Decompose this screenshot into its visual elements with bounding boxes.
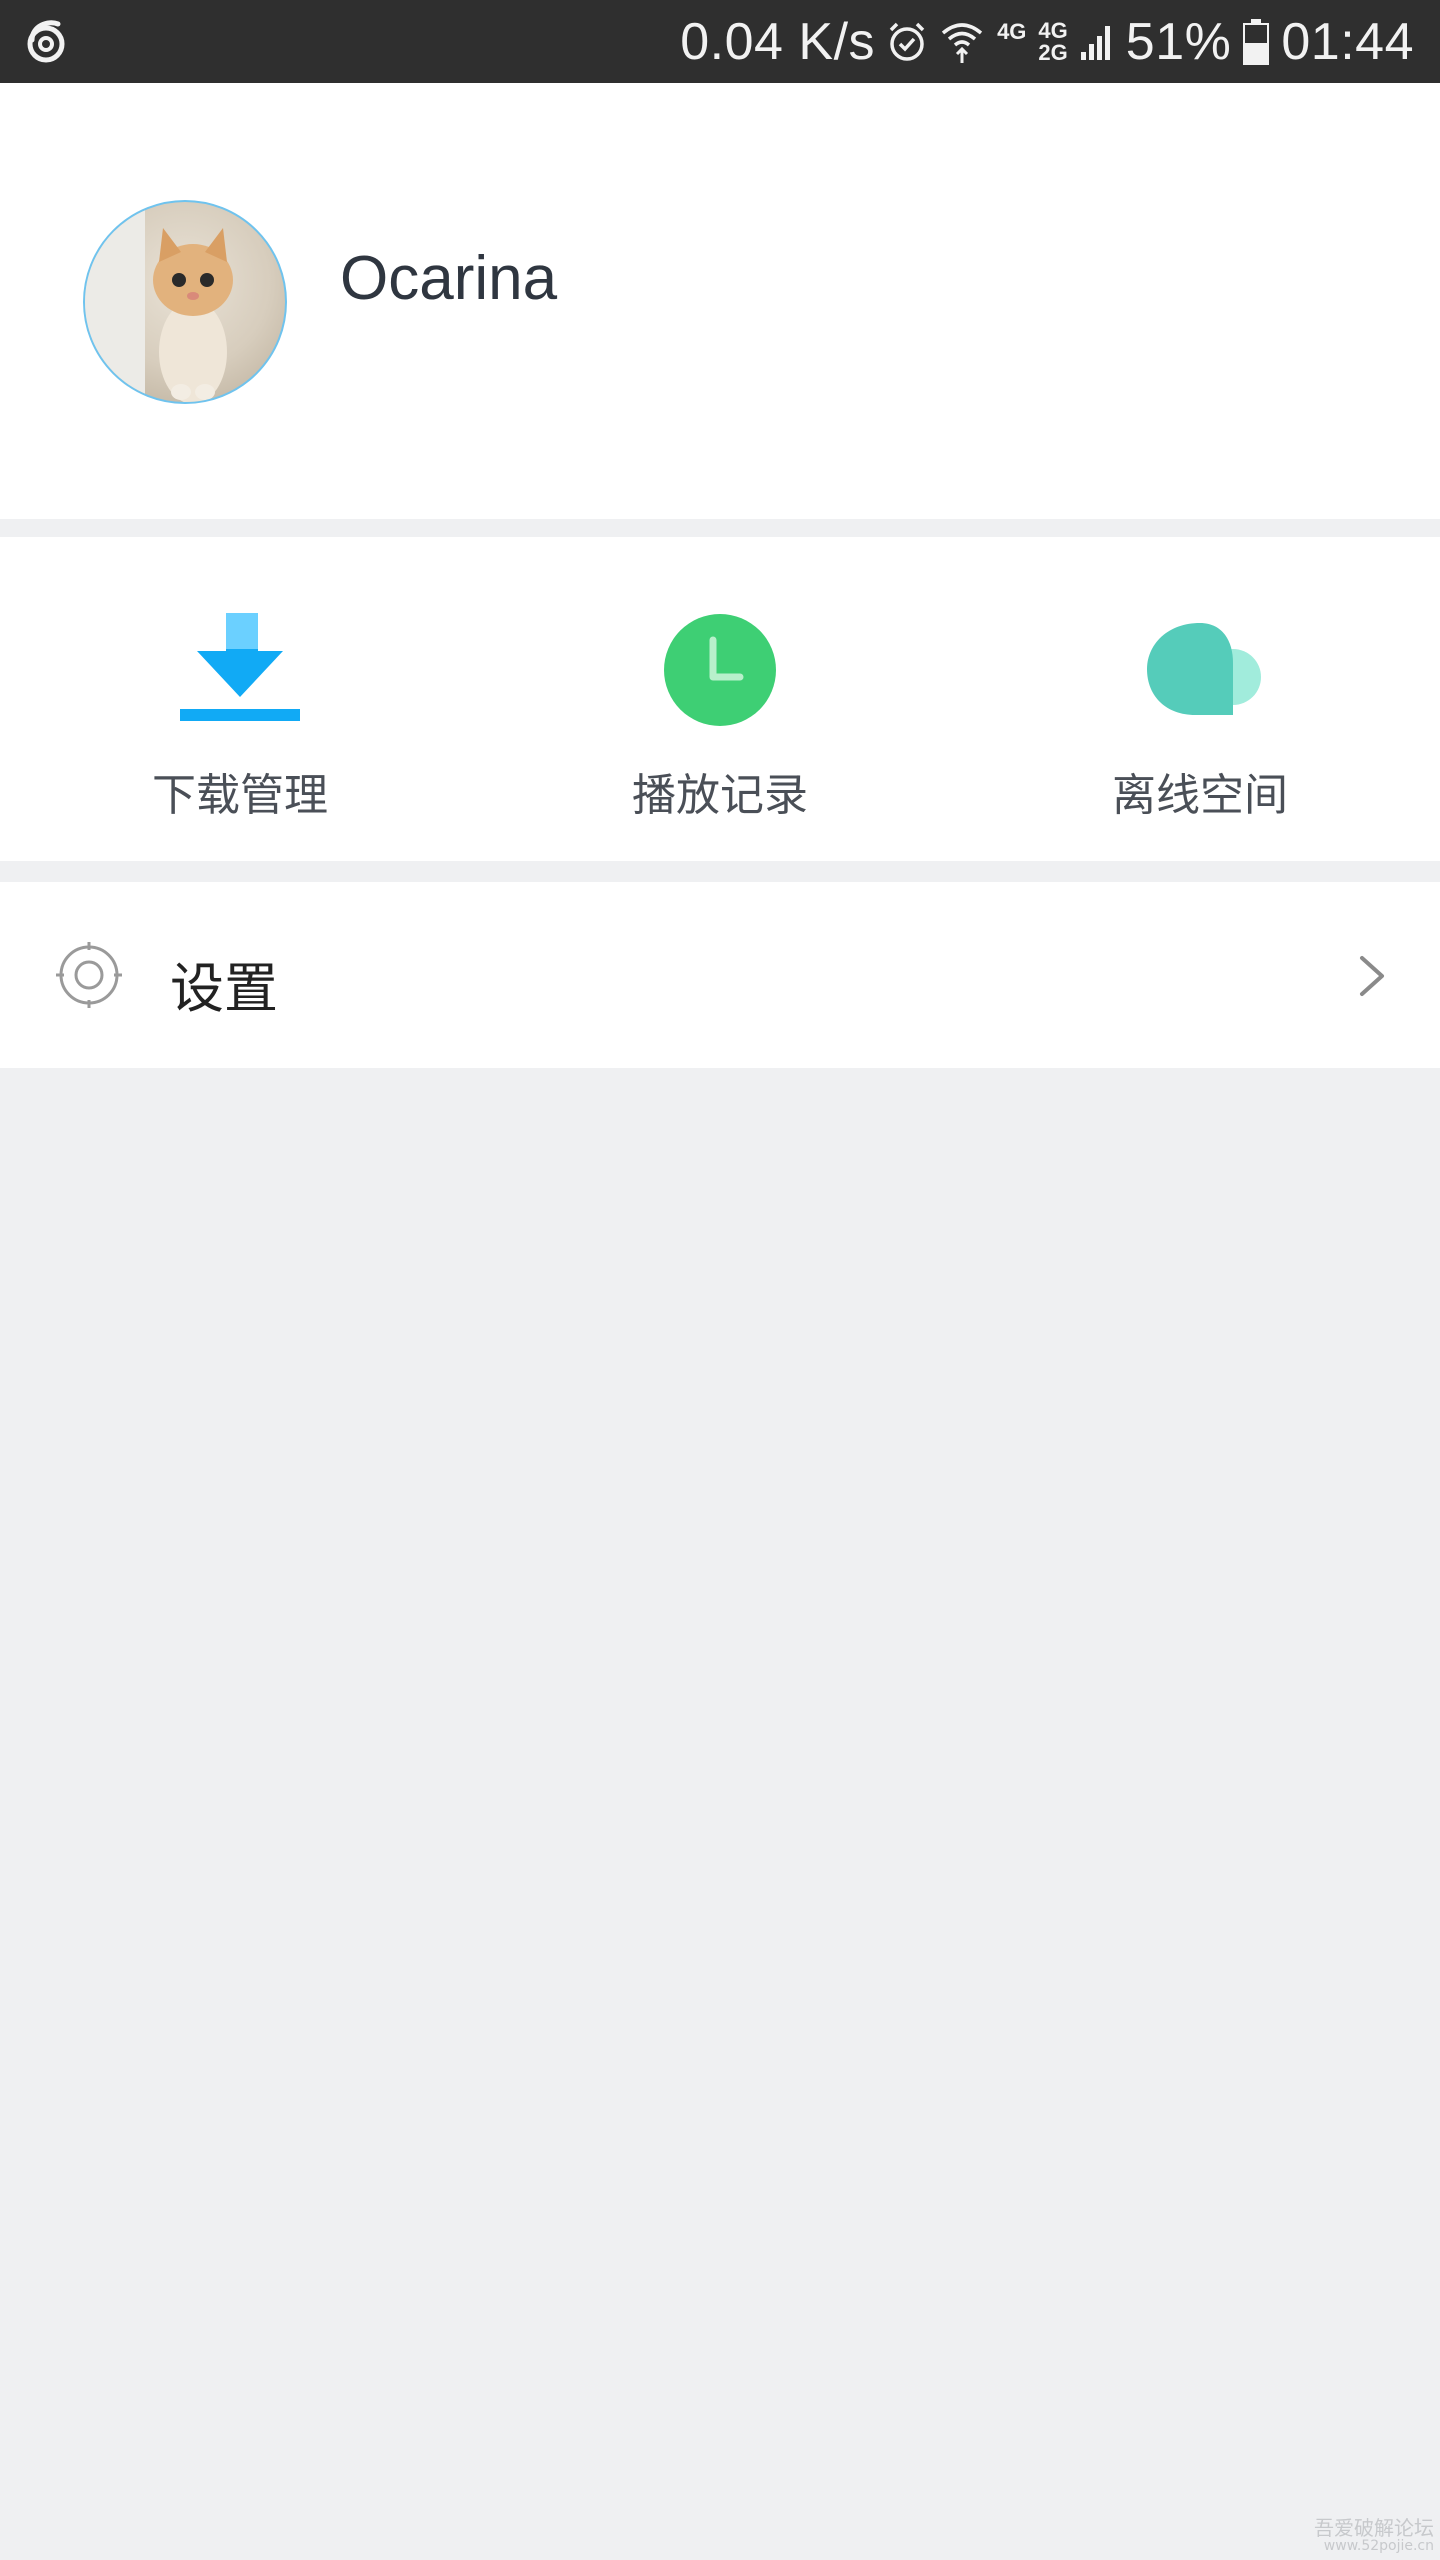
chevron-right-icon xyxy=(1360,956,1384,996)
battery-percent: 51% xyxy=(1125,12,1232,71)
wifi-icon xyxy=(941,22,983,63)
app-swirl-icon xyxy=(27,20,65,63)
watermark: 吾爱破解论坛 www.52pojie.cn xyxy=(1314,2515,1434,2554)
kitten-photo xyxy=(85,202,233,402)
download-manager-label: 下载管理 xyxy=(152,770,328,821)
status-bar: 0.04 K/s 4G 4G 2G 51% 01:44 xyxy=(0,0,1440,83)
avatar[interactable] xyxy=(83,200,287,404)
gear-icon xyxy=(56,942,122,1008)
offline-space-button[interactable]: 离线空间 xyxy=(960,537,1440,861)
settings-row[interactable]: 设置 xyxy=(0,882,1440,1068)
download-icon xyxy=(180,613,300,721)
alarm-icon xyxy=(889,22,925,61)
play-history-button[interactable]: 播放记录 xyxy=(480,537,960,861)
play-history-label: 播放记录 xyxy=(632,770,808,821)
network-speed: 0.04 K/s xyxy=(680,12,876,71)
clock-time: 01:44 xyxy=(1281,12,1414,71)
quick-actions: 下载管理 播放记录 离线空间 xyxy=(0,537,1440,861)
profile-header[interactable]: Ocarina xyxy=(0,83,1440,519)
clock-icon xyxy=(664,614,776,726)
cloud-icon xyxy=(1147,623,1261,715)
signal-icon xyxy=(1080,25,1110,60)
download-manager-button[interactable]: 下载管理 xyxy=(0,537,480,861)
username[interactable]: Ocarina xyxy=(340,243,557,314)
network-type-4g: 4G xyxy=(997,18,1027,44)
offline-space-label: 离线空间 xyxy=(1112,770,1288,821)
battery-icon xyxy=(1243,18,1270,65)
dual-sim-network: 4G 2G xyxy=(1038,17,1068,65)
settings-label: 设置 xyxy=(170,957,278,1020)
